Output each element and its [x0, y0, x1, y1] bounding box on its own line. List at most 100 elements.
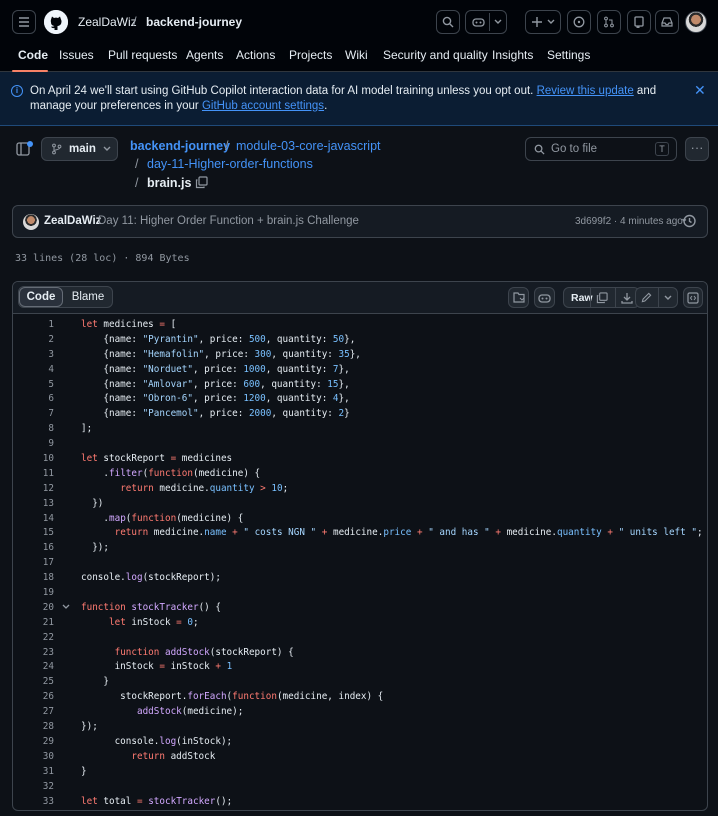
- line-content: let medicines = [: [81, 319, 177, 330]
- code-view-button[interactable]: Code: [19, 287, 63, 307]
- code-line: 10 let stockReport = medicines: [13, 452, 707, 467]
- line-number[interactable]: 2: [13, 333, 54, 348]
- chevron-down-icon[interactable]: [664, 295, 672, 301]
- repositories-button[interactable]: [627, 10, 651, 34]
- line-number[interactable]: 33: [13, 795, 54, 810]
- code-line: 9: [13, 437, 707, 452]
- line-number[interactable]: 32: [13, 780, 54, 795]
- info-icon: i: [11, 85, 23, 97]
- line-number[interactable]: 12: [13, 482, 54, 497]
- commit-meta[interactable]: 3d699f2 · 4 minutes ago: [575, 216, 683, 227]
- pencil-icon[interactable]: [641, 292, 652, 303]
- line-number[interactable]: 24: [13, 660, 54, 675]
- line-number[interactable]: 14: [13, 512, 54, 527]
- close-icon[interactable]: ✕: [694, 82, 706, 99]
- branch-selector[interactable]: main: [41, 137, 118, 161]
- line-number[interactable]: 8: [13, 422, 54, 437]
- banner-message: On April 24 we'll start using GitHub Cop…: [30, 84, 690, 114]
- line-content: inStock = inStock + 1: [81, 661, 233, 673]
- review-update-link[interactable]: Review this update: [537, 85, 634, 97]
- line-number[interactable]: 15: [13, 526, 54, 541]
- go-to-file-input[interactable]: Go to file T: [525, 137, 677, 161]
- line-number[interactable]: 11: [13, 467, 54, 482]
- line-number[interactable]: 18: [13, 571, 54, 586]
- copy-path-icon[interactable]: [195, 176, 208, 189]
- download-icon[interactable]: [621, 292, 633, 304]
- line-number[interactable]: 31: [13, 765, 54, 780]
- copilot-button[interactable]: [534, 287, 555, 308]
- tab-agents[interactable]: Agents: [186, 48, 223, 62]
- line-content: {name: "Norduet", price: 1000, quantity:…: [81, 363, 350, 375]
- inbox-icon: [661, 17, 673, 27]
- raw-button[interactable]: Raw: [564, 292, 593, 304]
- code-line: 21 let inStock = 0;: [13, 616, 707, 631]
- line-number[interactable]: 26: [13, 690, 54, 705]
- line-number[interactable]: 1: [13, 318, 54, 333]
- commit-message[interactable]: Day 11: Higher Order Function + brain.js…: [98, 215, 359, 227]
- line-number[interactable]: 5: [13, 378, 54, 393]
- issues-button[interactable]: [567, 10, 591, 34]
- copy-icon[interactable]: [596, 292, 608, 304]
- code-line: 7 {name: "Pancemol", price: 2000, quanti…: [13, 407, 707, 422]
- chevron-down-icon[interactable]: [494, 19, 502, 25]
- line-number[interactable]: 17: [13, 556, 54, 571]
- path-day-link[interactable]: day-11-Higher-order-functions: [147, 157, 313, 171]
- tab-issues[interactable]: Issues: [59, 48, 94, 62]
- line-number[interactable]: 6: [13, 392, 54, 407]
- symbols-button[interactable]: [508, 287, 529, 308]
- inbox-button[interactable]: [655, 10, 679, 34]
- history-icon[interactable]: [681, 213, 697, 229]
- owner-link[interactable]: ZealDaWiz: [78, 15, 137, 29]
- tab-security-and-quality[interactable]: Security and quality: [383, 48, 488, 62]
- blame-view-button[interactable]: Blame: [63, 287, 113, 307]
- line-number[interactable]: 22: [13, 631, 54, 646]
- keyboard-shortcut: T: [655, 142, 669, 156]
- tab-pull-requests[interactable]: Pull requests: [108, 48, 177, 62]
- tab-actions[interactable]: Actions: [236, 48, 275, 62]
- line-content: }): [81, 497, 104, 509]
- tab-wiki[interactable]: Wiki: [345, 48, 368, 62]
- avatar[interactable]: [23, 214, 39, 230]
- plus-icon: [531, 17, 542, 27]
- code-line: 15 return medicine.name + " costs NGN " …: [13, 526, 707, 541]
- line-number[interactable]: 9: [13, 437, 54, 452]
- commit-author[interactable]: ZealDaWiz: [44, 215, 101, 227]
- line-number[interactable]: 7: [13, 407, 54, 422]
- line-number[interactable]: 16: [13, 541, 54, 556]
- repo-link[interactable]: backend-journey: [146, 15, 242, 29]
- line-content: });: [81, 721, 98, 733]
- line-number[interactable]: 3: [13, 348, 54, 363]
- line-number[interactable]: 10: [13, 452, 54, 467]
- line-number[interactable]: 27: [13, 705, 54, 720]
- line-number[interactable]: 29: [13, 735, 54, 750]
- symbols-panel-button[interactable]: [683, 287, 703, 308]
- github-logo-icon[interactable]: [44, 10, 68, 34]
- line-number[interactable]: 4: [13, 363, 54, 378]
- tab-projects[interactable]: Projects: [289, 48, 332, 62]
- line-number[interactable]: 30: [13, 750, 54, 765]
- line-number[interactable]: 28: [13, 720, 54, 735]
- pull-requests-button[interactable]: [597, 10, 621, 34]
- menu-button[interactable]: [12, 10, 36, 34]
- path-repo-link[interactable]: backend-journey: [130, 139, 230, 153]
- line-number[interactable]: 21: [13, 616, 54, 631]
- copilot-button[interactable]: [465, 10, 507, 34]
- tab-settings[interactable]: Settings: [547, 48, 590, 62]
- create-new-button[interactable]: [525, 10, 561, 34]
- fold-chevron-icon[interactable]: [62, 601, 70, 616]
- path-module-link[interactable]: module-03-core-javascript: [236, 139, 381, 153]
- line-number[interactable]: 23: [13, 646, 54, 661]
- sidebar-toggle-icon[interactable]: [16, 140, 34, 158]
- user-avatar[interactable]: [685, 11, 707, 33]
- line-number[interactable]: 13: [13, 497, 54, 512]
- line-number[interactable]: 19: [13, 586, 54, 601]
- search-button[interactable]: [436, 10, 460, 34]
- latest-commit-box: ZealDaWiz Day 11: Higher Order Function …: [12, 205, 708, 238]
- account-settings-link[interactable]: GitHub account settings: [202, 100, 324, 112]
- more-options-button[interactable]: ···: [685, 137, 709, 161]
- code-line: 24 inStock = inStock + 1: [13, 660, 707, 675]
- line-number[interactable]: 25: [13, 675, 54, 690]
- tab-insights[interactable]: Insights: [492, 48, 533, 62]
- tab-code[interactable]: Code: [18, 48, 48, 62]
- line-number[interactable]: 20: [13, 601, 54, 616]
